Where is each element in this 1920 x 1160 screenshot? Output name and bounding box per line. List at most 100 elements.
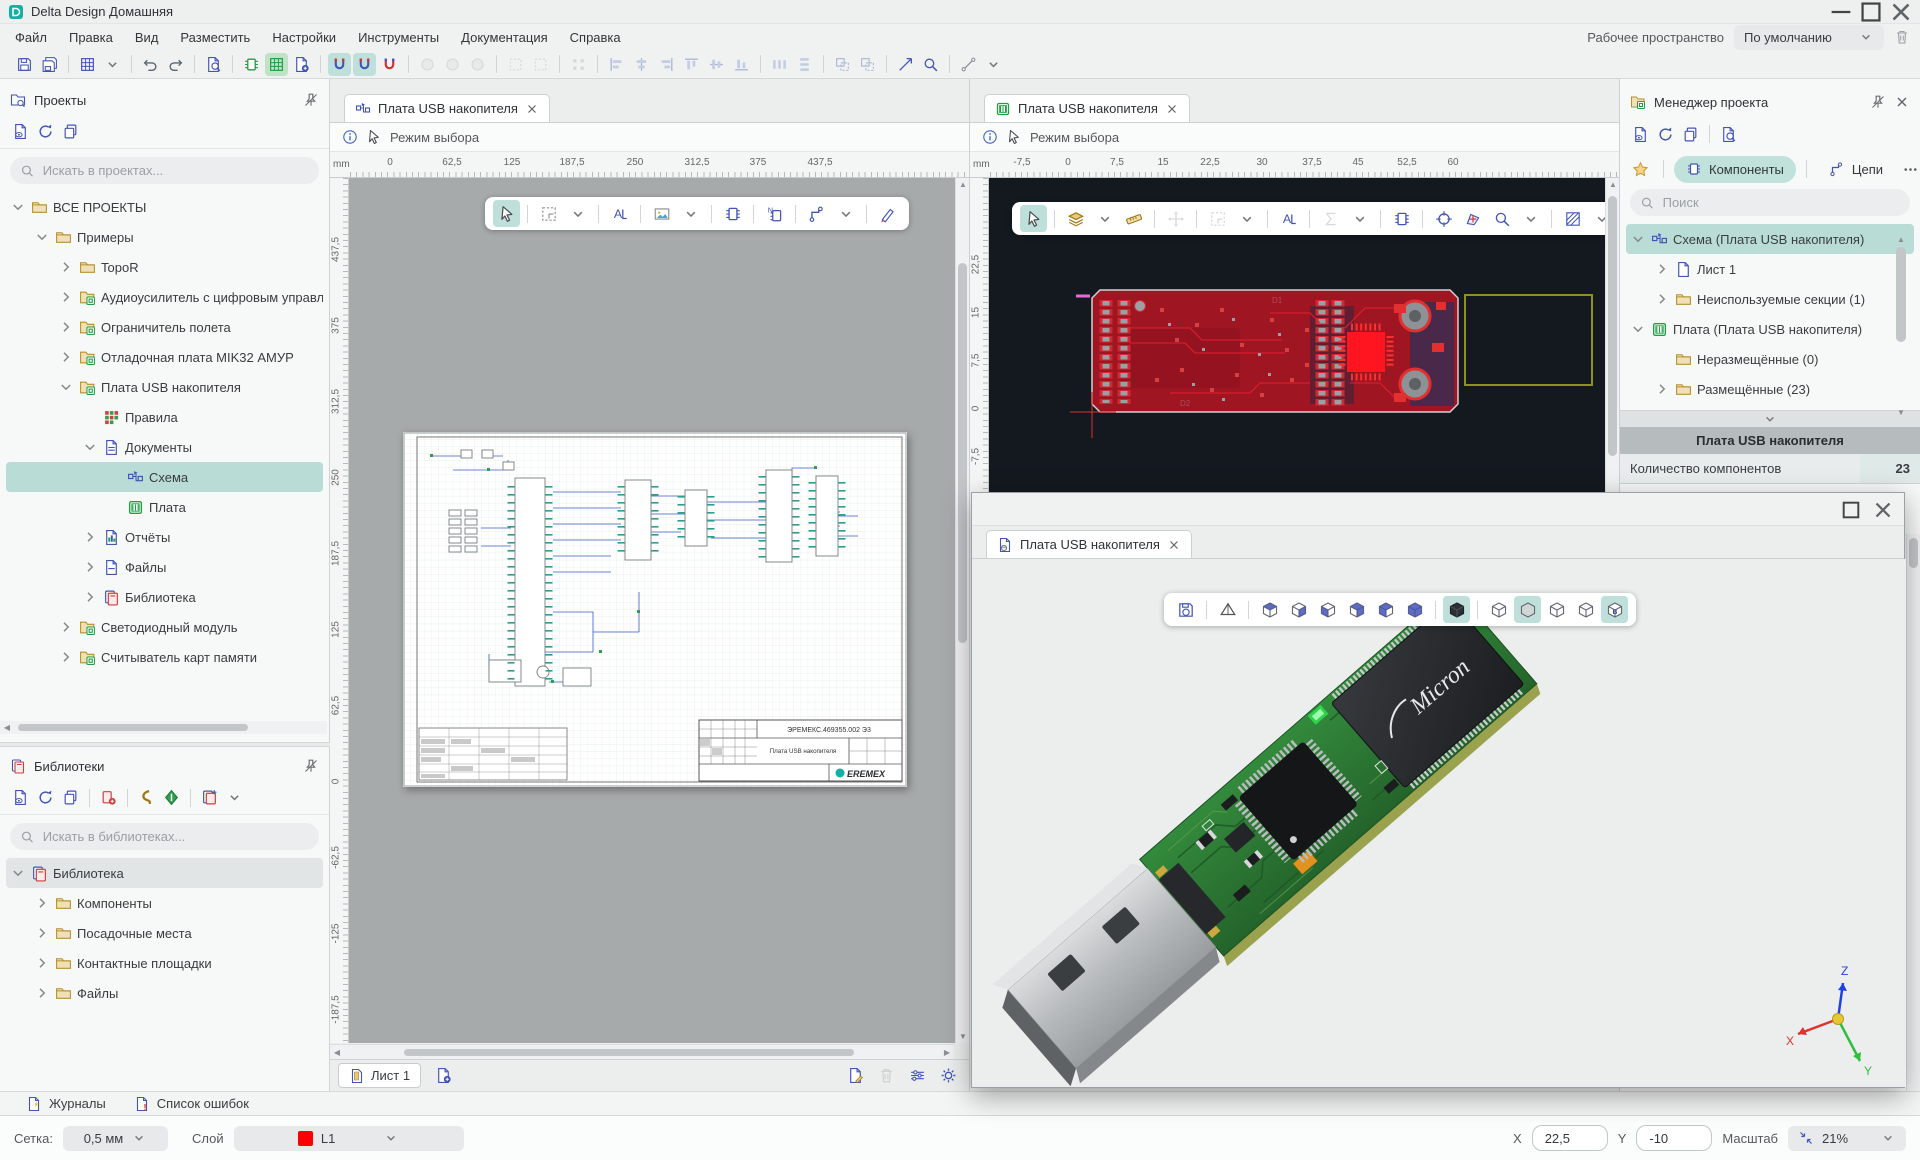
expander-icon[interactable] — [34, 955, 50, 971]
layer-select[interactable]: L1 — [234, 1126, 464, 1151]
select-rect-icon[interactable] — [535, 200, 562, 227]
image-icon[interactable] — [648, 200, 675, 227]
tree-item[interactable]: Светодиодный модуль — [6, 612, 323, 642]
selbox-icon[interactable] — [529, 53, 552, 76]
cube-dark-icon[interactable] — [1443, 596, 1470, 623]
collapse-bar[interactable] — [1620, 410, 1920, 427]
info-icon[interactable] — [342, 129, 358, 145]
al-l-icon[interactable] — [605, 53, 628, 76]
minimize-button[interactable] — [1826, 0, 1856, 24]
tree-item[interactable]: Схема (Плата USB накопителя) — [1626, 224, 1914, 254]
tree-item[interactable]: Неиспользуемые секции (1) — [1626, 284, 1914, 314]
menu-file[interactable]: Файл — [4, 24, 58, 50]
x-coordinate-input[interactable] — [1532, 1125, 1608, 1151]
zoom-net-icon[interactable] — [919, 53, 942, 76]
tree-item[interactable]: Отладочная плата MIK32 АМУР — [6, 342, 323, 372]
tree-item[interactable]: Документы — [6, 432, 323, 462]
caret-icon[interactable] — [677, 200, 704, 227]
cube-p2-icon[interactable] — [1514, 596, 1541, 623]
expander-icon[interactable] — [10, 865, 26, 881]
close-tab-icon[interactable] — [525, 102, 539, 116]
viewer3d-titlebar[interactable] — [972, 493, 1904, 526]
projects-search[interactable] — [10, 157, 319, 184]
tree-item[interactable]: Плата — [6, 492, 323, 522]
tree-item[interactable]: Отчёты — [6, 522, 323, 552]
manager-tree-scrollbar[interactable]: ▲ ▼ — [1894, 237, 1908, 415]
edit-doc-icon[interactable] — [844, 1064, 867, 1087]
refresh-icon[interactable] — [1654, 123, 1677, 146]
cube-c-icon[interactable] — [1314, 596, 1341, 623]
copy-docs-icon[interactable] — [1679, 123, 1702, 146]
expander-icon[interactable] — [58, 259, 74, 275]
gold-hook-icon[interactable] — [135, 786, 158, 809]
expander-icon[interactable] — [58, 319, 74, 335]
circ-icon[interactable] — [416, 53, 439, 76]
close-tab-icon[interactable] — [1165, 102, 1179, 116]
book-add-icon[interactable] — [97, 786, 120, 809]
menu-edit[interactable]: Правка — [58, 24, 124, 50]
cube-board-icon[interactable]: B — [1601, 596, 1628, 623]
save-icon[interactable] — [13, 53, 36, 76]
al-t-icon[interactable] — [680, 53, 703, 76]
expander-icon[interactable] — [82, 559, 98, 575]
projects-search-input[interactable] — [43, 163, 309, 178]
caret-icon[interactable] — [1517, 205, 1544, 232]
schematic-vscrollbar[interactable]: ▲ ▼ — [955, 178, 969, 1043]
zoom-net-icon[interactable] — [1488, 205, 1515, 232]
xform-icon[interactable] — [894, 53, 917, 76]
probe-icon[interactable] — [874, 200, 901, 227]
y-coordinate-input[interactable] — [1636, 1125, 1712, 1151]
tree-item[interactable]: Плата USB накопителя — [6, 372, 323, 402]
snap-icon[interactable] — [328, 53, 351, 76]
text-a-icon[interactable]: A — [1275, 205, 1302, 232]
caret-icon[interactable] — [101, 53, 124, 76]
manager-search-input[interactable] — [1663, 195, 1900, 210]
tree-item[interactable]: TopoR — [6, 252, 323, 282]
save-all-icon[interactable] — [38, 53, 61, 76]
target-icon[interactable] — [1430, 205, 1457, 232]
cube-b2-icon[interactable] — [1285, 596, 1312, 623]
maximize-button[interactable] — [1856, 0, 1886, 24]
delete-workspace-button[interactable] — [1894, 29, 1910, 45]
close-tab-icon[interactable] — [1167, 538, 1181, 552]
expander-icon[interactable] — [1630, 321, 1646, 337]
expander-icon[interactable] — [82, 529, 98, 545]
selbox-icon[interactable] — [504, 53, 527, 76]
tree-item[interactable]: Компоненты — [6, 888, 323, 918]
expander-icon[interactable] — [58, 379, 74, 395]
refresh-icon[interactable] — [34, 120, 57, 143]
more-icon[interactable] — [1899, 158, 1920, 181]
grid-icon[interactable] — [76, 53, 99, 76]
tree-item[interactable]: Аудиоусилитель с цифровым управл — [6, 282, 323, 312]
hatch-icon[interactable] — [1559, 205, 1586, 232]
cube-p3-icon[interactable] — [1543, 596, 1570, 623]
layers-icon[interactable] — [1062, 205, 1089, 232]
cube-p4-icon[interactable] — [1572, 596, 1599, 623]
unpin-icon[interactable] — [1870, 94, 1886, 110]
tab-schematic-document[interactable]: Плата USB накопителя — [344, 94, 550, 122]
tree-item[interactable]: Контактные площадки — [6, 948, 323, 978]
sigma-icon[interactable] — [1317, 205, 1344, 232]
al-m-icon[interactable] — [705, 53, 728, 76]
undo-icon[interactable] — [139, 53, 162, 76]
tab-components[interactable]: Компоненты — [1674, 156, 1796, 183]
expander-icon[interactable] — [58, 649, 74, 665]
cube-p1-icon[interactable] — [1485, 596, 1512, 623]
expander-icon[interactable] — [10, 199, 26, 215]
tree-item[interactable]: Библиотека — [6, 858, 323, 888]
caret-icon[interactable] — [982, 53, 1005, 76]
doc-eye-icon[interactable] — [9, 120, 32, 143]
info-icon[interactable] — [982, 129, 998, 145]
tree-item[interactable]: Размещённые (23) — [1626, 374, 1914, 404]
grid-green-icon[interactable] — [265, 53, 288, 76]
circ-icon[interactable] — [441, 53, 464, 76]
tree-item[interactable]: Библиотека — [6, 582, 323, 612]
expander-icon[interactable] — [34, 985, 50, 1001]
projects-hscrollbar[interactable]: ◀ — [0, 721, 327, 734]
trash-icon[interactable] — [875, 1064, 898, 1087]
tree-item[interactable]: Файлы — [6, 552, 323, 582]
tree-item[interactable]: Лист 1 — [1626, 254, 1914, 284]
chip-icon[interactable] — [1388, 205, 1415, 232]
chip-green-icon[interactable] — [240, 53, 263, 76]
ruler-tool-icon[interactable] — [1120, 205, 1147, 232]
